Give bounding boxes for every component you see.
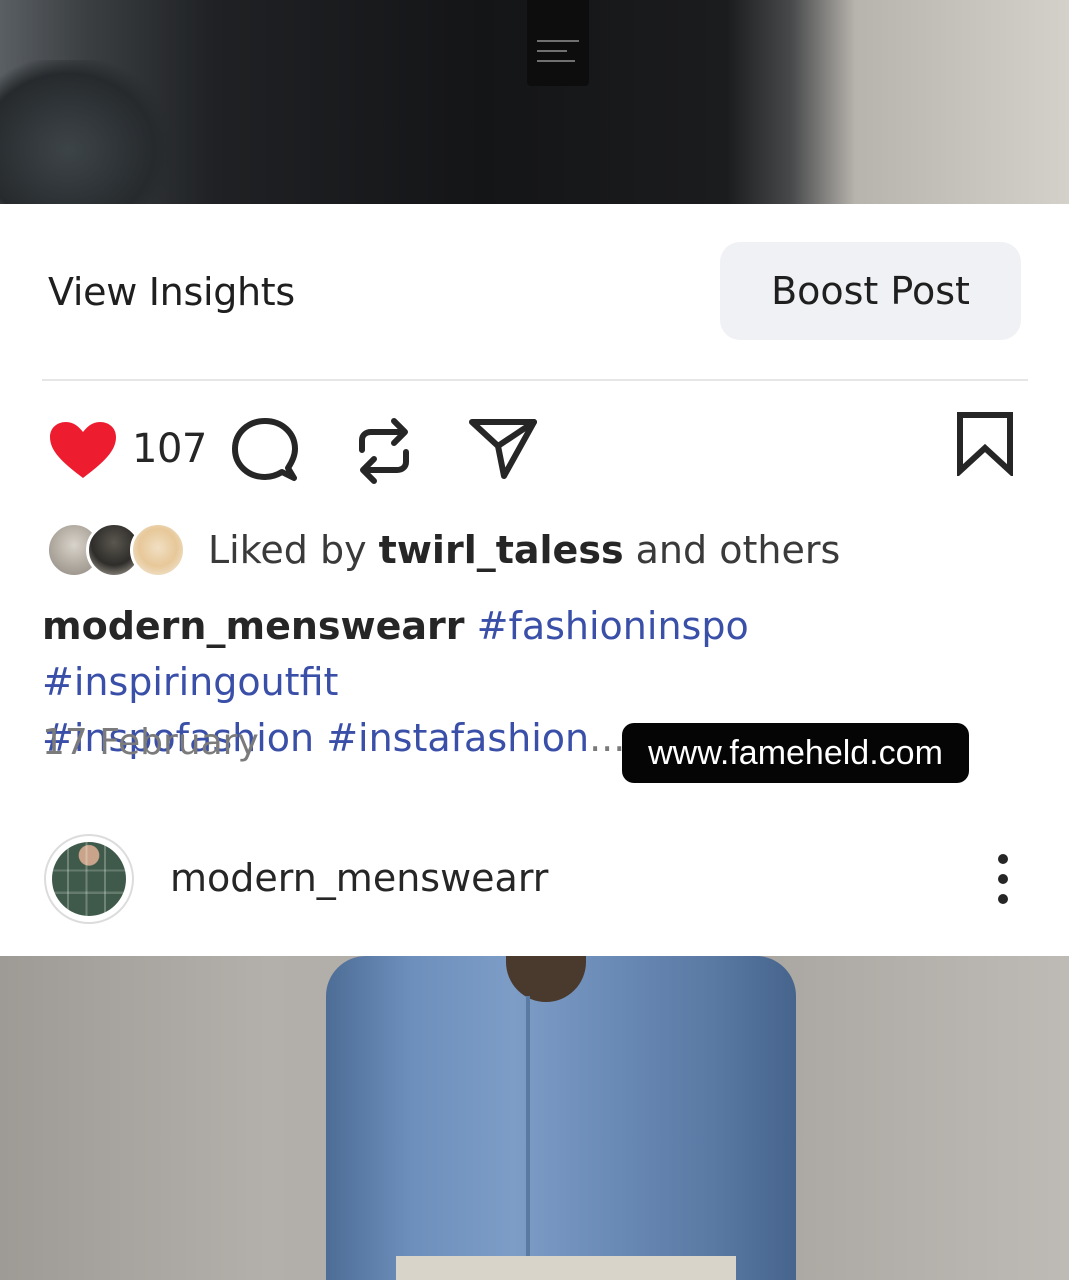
liked-by-text[interactable]: Liked by twirl_taless and others	[208, 528, 840, 572]
liked-by-suffix: and others	[623, 528, 841, 572]
bookmark-icon[interactable]	[955, 410, 1015, 476]
liked-by-username[interactable]: twirl_taless	[379, 528, 624, 572]
post-date: 17 February	[42, 722, 259, 763]
like-count[interactable]: 107	[132, 426, 207, 472]
post-image[interactable]	[0, 956, 1069, 1280]
liked-by-prefix: Liked by	[208, 528, 379, 572]
more-vertical-icon[interactable]	[990, 852, 1016, 908]
clothing-tag	[527, 0, 589, 86]
avatar	[130, 522, 186, 578]
hashtag[interactable]: #fashioninspo	[477, 604, 749, 648]
avatar-image	[52, 842, 126, 916]
instagram-feed: View Insights Boost Post 107 Liked by tw…	[0, 0, 1069, 1280]
caption-ellipsis: ...	[589, 716, 626, 760]
boost-post-button[interactable]: Boost Post	[720, 242, 1021, 340]
post-image[interactable]	[0, 0, 1069, 204]
profile-avatar[interactable]	[44, 834, 134, 924]
divider	[42, 379, 1028, 381]
hashtag[interactable]: #inspiringoutfit	[42, 660, 338, 704]
comment-icon[interactable]	[230, 416, 300, 486]
shirt-illustration	[326, 956, 796, 1280]
share-icon[interactable]	[468, 416, 538, 480]
view-insights-button[interactable]: View Insights	[48, 270, 295, 314]
liker-avatars[interactable]	[46, 522, 186, 580]
heart-icon[interactable]	[48, 420, 118, 480]
caption-username[interactable]: modern_menswearr	[42, 604, 465, 648]
jacket-shadow	[0, 60, 170, 204]
hashtag[interactable]: #instafashion	[326, 716, 589, 760]
post-author-username[interactable]: modern_menswearr	[170, 856, 548, 900]
watermark: www.fameheld.com	[622, 723, 969, 783]
repost-icon[interactable]	[352, 416, 416, 486]
